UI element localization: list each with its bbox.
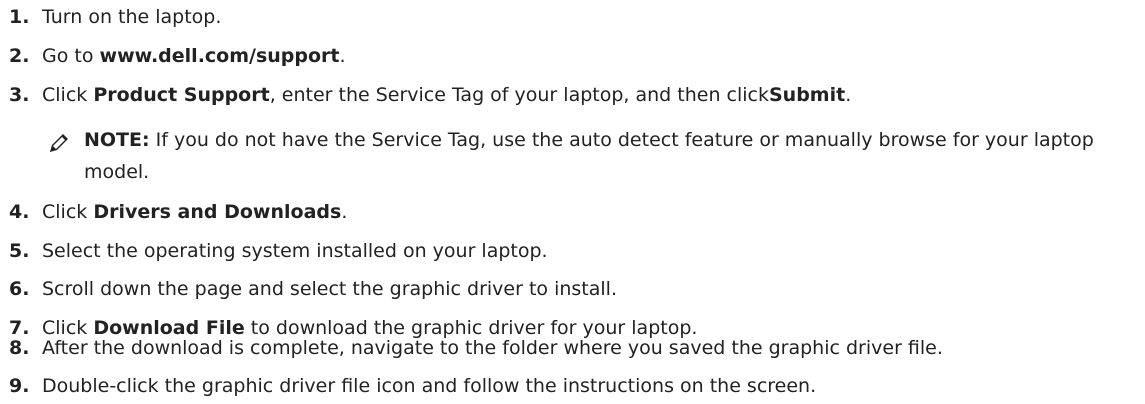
step-6: 6. Scroll down the page and select the gr… <box>0 277 617 301</box>
step-text: After the download is complete, navigate… <box>42 337 943 359</box>
step-number: 4. <box>9 201 30 223</box>
step-8: 8. After the download is complete, naviga… <box>0 336 943 360</box>
step-number: 6. <box>9 278 30 300</box>
instruction-document: 1. Turn on the laptop. 2. Go to www.dell.c… <box>0 0 1145 404</box>
note-label: NOTE: <box>84 129 150 151</box>
step-text: . <box>339 45 346 67</box>
step-number: 8. <box>9 337 30 359</box>
step-text: Turn on the laptop. <box>42 6 222 28</box>
step-number: 1. <box>9 6 30 28</box>
step-text: Go to <box>42 45 100 67</box>
note-text: NOTE: If you do not have the Service Tag… <box>84 124 1144 188</box>
step-number: 5. <box>9 240 30 262</box>
step-4: 4. Click Drivers and Downloads. <box>0 200 347 224</box>
step-5: 5. Select the operating system installed … <box>0 239 548 263</box>
step-text: Scroll down the page and select the grap… <box>42 278 617 300</box>
product-support-label: Product Support <box>93 84 270 106</box>
step-text: Click <box>42 84 94 106</box>
submit-label: Submit <box>769 84 846 106</box>
step-2: 2. Go to www.dell.com/support. <box>0 44 346 68</box>
step-text: . <box>845 84 852 106</box>
step-number: 9. <box>9 375 30 397</box>
step-text: Select the operating system installed on… <box>42 240 548 262</box>
step-9: 9. Double-click the graphic driver file i… <box>0 374 816 398</box>
drivers-downloads-label: Drivers and Downloads <box>93 201 342 223</box>
step-text: . <box>341 201 348 223</box>
step-text: , enter the Service Tag of your laptop, … <box>269 84 769 106</box>
note-body: If you do not have the Service Tag, use … <box>84 129 1094 183</box>
step-3: 3. Click Product Support, enter the Servi… <box>0 83 851 107</box>
step-text: Click <box>42 201 94 223</box>
step-text: Double-click the graphic driver file ico… <box>42 375 817 397</box>
step-1: 1. Turn on the laptop. <box>0 5 221 29</box>
support-url-link[interactable]: www.dell.com/support <box>100 45 340 67</box>
step-number: 2. <box>9 45 30 67</box>
step-number: 3. <box>9 84 30 106</box>
pencil-icon <box>46 130 72 156</box>
